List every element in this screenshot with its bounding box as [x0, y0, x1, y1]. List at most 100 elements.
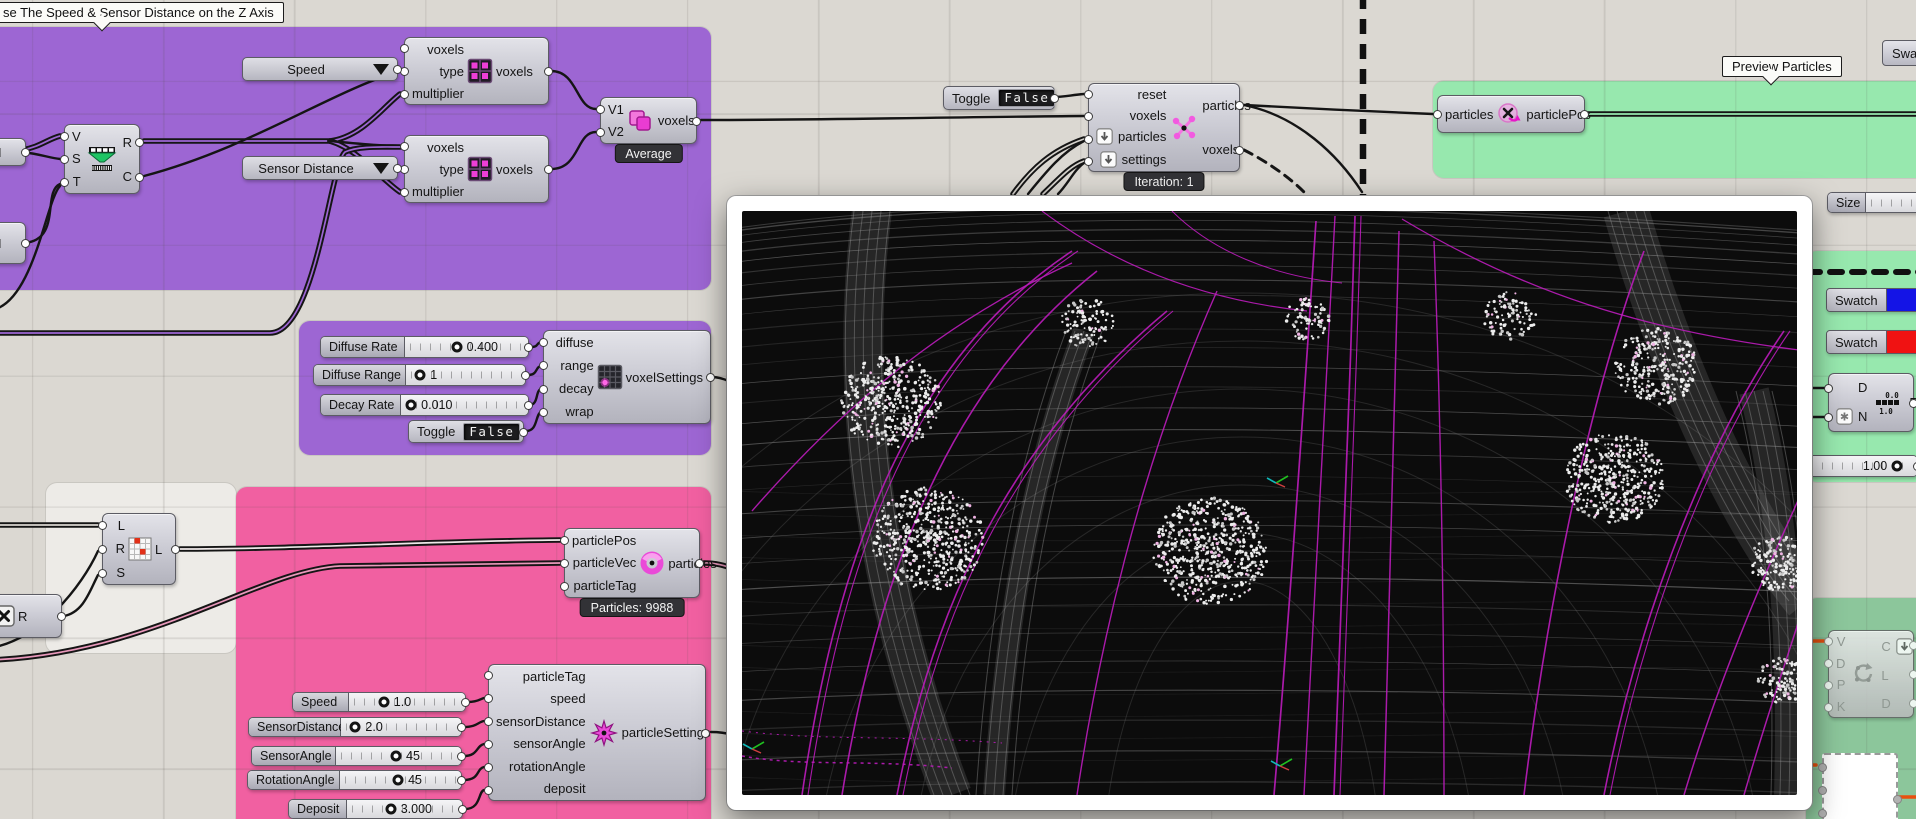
input-nub-speed[interactable] [484, 694, 493, 703]
input-nub-particlePos[interactable] [560, 536, 569, 545]
output-nub-voxels[interactable] [544, 67, 553, 76]
slider-knob[interactable] [451, 342, 462, 353]
input-nub-N[interactable] [1824, 413, 1833, 422]
slider-label[interactable]: Diffuse Range [314, 365, 406, 385]
output-nub-C[interactable] [1909, 641, 1916, 650]
output-nub-slider[interactable] [457, 776, 466, 785]
input-nub-sensorAngle[interactable] [484, 740, 493, 749]
input-nub-V[interactable] [1824, 637, 1833, 646]
slider-label[interactable]: Size [1828, 193, 1866, 212]
output-nub-R[interactable] [1909, 399, 1916, 408]
output-nub-I[interactable] [21, 239, 30, 248]
output-nub-slider[interactable] [524, 343, 533, 352]
input-nub-range[interactable] [539, 361, 548, 370]
slider-knob[interactable] [1892, 461, 1903, 472]
rhino-viewport-window[interactable] [727, 196, 1812, 810]
input-nub-voxels[interactable] [400, 44, 409, 53]
component-relay-b[interactable]: I [0, 222, 26, 264]
output-nub-C[interactable] [135, 173, 144, 182]
slider-size[interactable]: Size [1827, 192, 1916, 213]
slider-knob[interactable] [406, 400, 417, 411]
component-voxels-sensor[interactable]: voxelstypemultipliervoxels [404, 135, 549, 203]
swatch-red[interactable]: Swatch [1826, 330, 1916, 354]
slider-label[interactable]: RotationAngle [248, 771, 340, 789]
input-nub-particleVec[interactable] [560, 559, 569, 568]
input-nub-D[interactable] [1824, 659, 1833, 668]
slider-knob[interactable] [385, 804, 396, 815]
input-nub-L[interactable] [98, 521, 107, 530]
slider-speed[interactable]: Speed1.0 [292, 692, 466, 712]
star-arrow-button[interactable]: ✱ [1836, 408, 1853, 425]
input-nub-particleTag[interactable] [560, 582, 569, 591]
slider-label[interactable]: SensorDistance [249, 718, 341, 736]
component-interpolate[interactable]: VDPKCLD [1828, 630, 1914, 718]
component-voxels-speed[interactable]: voxelstypemultipliervoxels [404, 37, 549, 105]
swatch-blue[interactable]: Swatch [1826, 288, 1916, 312]
input-nub-voxels[interactable] [400, 142, 409, 151]
down-arrow-button[interactable] [1100, 151, 1117, 168]
output-nub-R[interactable] [57, 612, 66, 621]
component-particle-settings[interactable]: particleTagspeedsensorDistancesensorAngl… [488, 664, 706, 801]
input-nub-particleTag[interactable] [484, 671, 493, 680]
input-nub-sensorDistance[interactable] [484, 717, 493, 726]
slider-deposit[interactable]: Deposit3.000 [288, 799, 463, 819]
output-nub-value-list[interactable] [393, 164, 402, 173]
swatch-red-label[interactable]: Swatch [1827, 331, 1887, 353]
rhino-viewport[interactable] [742, 211, 1797, 795]
grasshopper-canvas[interactable]: se The Speed & Sensor Distance on the Z … [0, 0, 1916, 819]
input-nub-K[interactable] [1824, 703, 1833, 712]
output-nub-particlePos[interactable] [1580, 110, 1589, 119]
slider-label[interactable]: SensorAngle [252, 747, 336, 765]
component-remap[interactable]: D✱N0.01.0R [1828, 373, 1914, 432]
swatch-blue-label[interactable]: Swatch [1827, 289, 1887, 311]
component-mult[interactable]: R [0, 594, 62, 638]
output-nub-R[interactable] [135, 138, 144, 147]
output-nub-slider[interactable] [458, 805, 467, 814]
slider-rotation-angle[interactable]: RotationAngle45 [247, 770, 462, 790]
input-nub-decay[interactable] [539, 385, 548, 394]
slider-rail[interactable]: 45 [336, 747, 461, 765]
component-preview[interactable]: particlesparticlePos [1437, 95, 1585, 133]
output-nub-I[interactable] [21, 148, 30, 157]
output-nub-particleSettings[interactable] [701, 729, 710, 738]
slider-rail[interactable]: 1.0 [349, 693, 465, 711]
slider-rail[interactable] [1866, 193, 1916, 212]
swatch-button[interactable]: Swatch [1882, 40, 1916, 66]
output-nub-L[interactable] [1909, 670, 1916, 679]
slider-knob[interactable] [378, 697, 389, 708]
input-nub-D[interactable] [1824, 384, 1833, 393]
component-particles[interactable]: particlePosparticleVecparticleTagparticl… [564, 528, 700, 598]
output-nub-D[interactable] [1909, 699, 1916, 708]
input-nub-settings[interactable] [1084, 157, 1093, 166]
output-nub-voxels[interactable] [692, 117, 701, 126]
output-nub-slider[interactable] [457, 752, 466, 761]
swatch-red-color[interactable] [1887, 331, 1916, 353]
slider-knob[interactable] [393, 775, 404, 786]
input-nub-V1[interactable] [596, 105, 605, 114]
output-nub-voxelSettings[interactable] [706, 373, 715, 382]
input-nub-rotationAngle[interactable] [484, 763, 493, 772]
chevron-down-icon[interactable] [373, 64, 389, 75]
output-nub-slider[interactable] [521, 371, 530, 380]
slider-label[interactable]: Diffuse Rate [321, 337, 405, 357]
input-nub-S[interactable] [98, 569, 107, 578]
input-nub-voxels[interactable] [1084, 112, 1093, 121]
slider-rail[interactable]: 0.400 [405, 337, 528, 357]
input-nub-wrap[interactable] [539, 408, 548, 417]
value-list-sensor-distance[interactable]: Sensor Distance [242, 156, 398, 180]
component-simulation[interactable]: resetvoxelsparticlessettingsparticlesvox… [1088, 83, 1240, 172]
component-replace[interactable]: LRSL [102, 513, 176, 585]
slider-label[interactable]: Speed [293, 693, 349, 711]
output-nub-particles[interactable] [695, 559, 704, 568]
input-nub-particles[interactable] [1433, 110, 1442, 119]
output-nub-voxels[interactable] [544, 165, 553, 174]
input-nub-V2[interactable] [596, 128, 605, 137]
slider-sensor-angle[interactable]: SensorAngle45 [251, 746, 462, 766]
output-nub-voxels[interactable] [1235, 146, 1244, 155]
input-nub-multiplier[interactable] [400, 90, 409, 99]
slider-remap-scale[interactable]: 1.00 [1806, 455, 1916, 477]
slider-label[interactable]: Decay Rate [321, 395, 401, 415]
slider-diffuse-rate[interactable]: Diffuse Rate0.400 [320, 336, 529, 358]
component-average[interactable]: V1V2voxelsAverage [600, 97, 697, 144]
input-nub-deposit[interactable] [484, 786, 493, 795]
